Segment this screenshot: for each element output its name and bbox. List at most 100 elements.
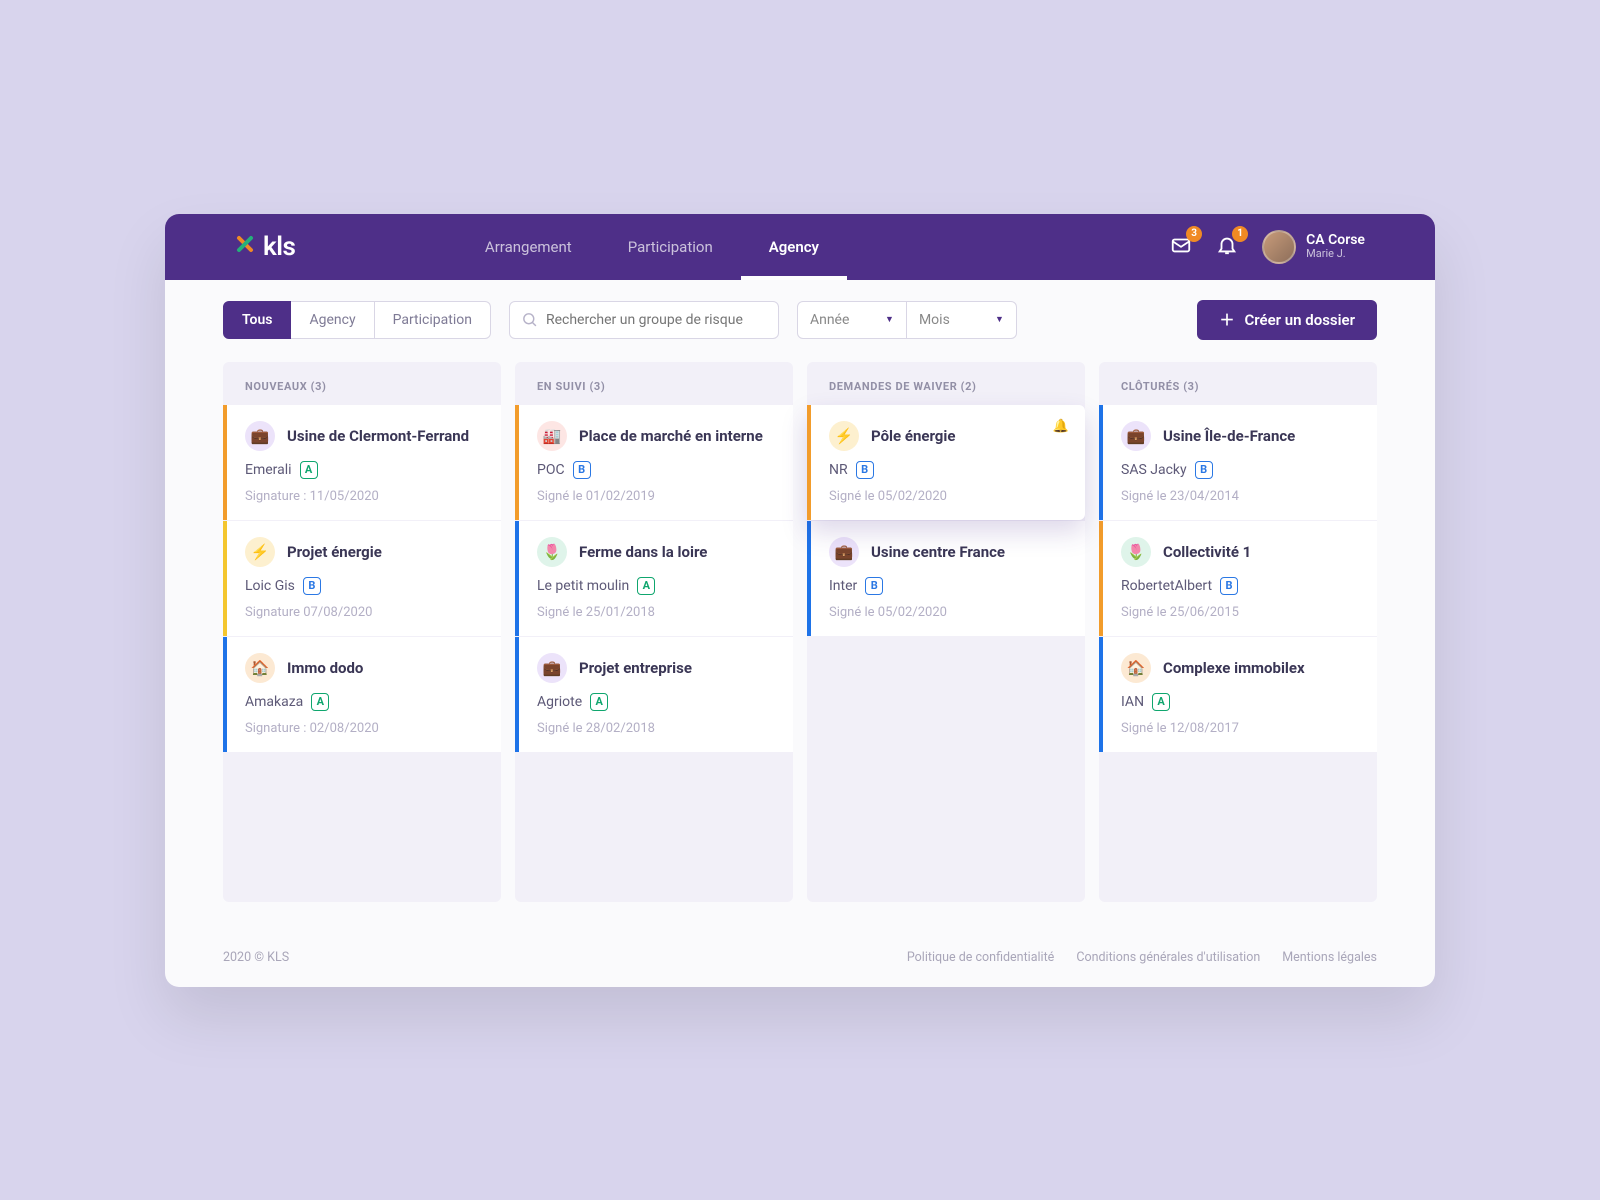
column-title: CLÔTURÉS (3) [1099,362,1377,405]
dossier-card[interactable]: 🔔⚡Pôle énergieNR BSigné le 05/02/2020 [807,405,1085,520]
rating-badge: B [303,577,321,595]
column: NOUVEAUX (3) 💼 Usine de Clermont-Ferrand Em… [223,362,501,902]
card-type-icon: 🌷 [1121,537,1151,567]
card-client: Amakaza A [245,693,483,711]
dossier-card[interactable]: 🌷 Ferme dans la loire Le petit moulin A Sig… [515,521,793,636]
card-footnote: Signature 07/08/2020 [245,605,483,620]
plus-icon: ＋ [1219,309,1234,330]
toolbar: TousAgencyParticipation Année▼ Mois▼ ＋ C… [165,280,1435,340]
dossier-card[interactable]: 💼 Usine de Clermont-Ferrand Emerali A Signa… [223,405,501,520]
mail-badge: 3 [1186,226,1202,242]
column-title: DEMANDES DE WAIVER (2) [807,362,1085,405]
card-title: Projet entreprise [579,659,692,677]
nav-participation[interactable]: Participation [600,214,741,280]
card-type-icon: 💼 [1121,421,1151,451]
card-footnote: Signé le 05/02/2020 [829,605,1067,620]
card-client: RobertetAlbert B [1121,577,1359,595]
rating-badge: A [590,693,608,711]
card-title: Immo dodo [287,659,363,677]
filter-tab-participation[interactable]: Participation [375,301,491,339]
card-footnote: Signé le 23/04/2014 [1121,489,1359,504]
top-nav: ArrangementParticipationAgency [457,214,847,280]
card-footnote: Signature : 11/05/2020 [245,489,483,504]
card-type-icon: 💼 [537,653,567,683]
card-title: Ferme dans la loire [579,543,707,561]
dossier-card[interactable]: 🌷 Collectivité 1 RobertetAlbert B Signé le … [1099,521,1377,636]
card-client: NR B [829,461,1067,479]
card-title: Projet énergie [287,543,382,561]
logo-text: kls [263,232,295,262]
search-icon [521,311,538,332]
footer-link[interactable]: Conditions générales d'utilisation [1076,950,1260,965]
dossier-card[interactable]: 🏭Place de marché en internePOC BSigné le… [515,405,793,520]
year-select[interactable]: Année▼ [797,301,907,339]
column-title: NOUVEAUX (3) [223,362,501,405]
card-footnote: Signé le 01/02/2019 [537,489,775,504]
card-footnote: Signé le 28/02/2018 [537,721,775,736]
mail-button[interactable]: 3 [1170,234,1192,260]
rating-badge: B [865,577,883,595]
board: NOUVEAUX (3) 💼 Usine de Clermont-Ferrand Em… [165,340,1435,932]
rating-badge: B [1220,577,1238,595]
app-window: kls ArrangementParticipationAgency 3 1 C… [165,214,1435,987]
card-client: POC B [537,461,775,479]
rating-badge: B [573,461,591,479]
create-dossier-button[interactable]: ＋ Créer un dossier [1197,300,1377,340]
filter-tab-tous[interactable]: Tous [223,301,291,339]
rating-badge: B [1195,461,1213,479]
card-client: Loic Gis B [245,577,483,595]
month-select[interactable]: Mois▼ [907,301,1017,339]
user-menu[interactable]: CA Corse Marie J. [1262,230,1365,264]
rating-badge: A [311,693,329,711]
filter-tab-agency[interactable]: Agency [291,301,374,339]
card-client: Inter B [829,577,1067,595]
footer: 2020 © KLS Politique de confidentialité C… [165,932,1435,987]
avatar [1262,230,1296,264]
rating-badge: A [1152,693,1170,711]
rating-badge: A [637,577,655,595]
card-client: Le petit moulin A [537,577,775,595]
column: DEMANDES DE WAIVER (2)🔔⚡Pôle énergieNR B… [807,362,1085,902]
chevron-down-icon: ▼ [995,314,1004,325]
card-type-icon: 💼 [829,537,859,567]
card-title: Collectivité 1 [1163,543,1251,561]
dossier-card[interactable]: 🏠Complexe immobilexIAN ASigné le 12/08/2… [1099,637,1377,752]
card-title: Usine Île-de-France [1163,427,1295,445]
period-selects: Année▼ Mois▼ [797,301,1017,339]
header: kls ArrangementParticipationAgency 3 1 C… [165,214,1435,280]
column: EN SUIVI (3)🏭Place de marché en interneP… [515,362,793,902]
card-client: IAN A [1121,693,1359,711]
card-client: SAS Jacky B [1121,461,1359,479]
dossier-card[interactable]: 💼Usine centre FranceInter BSigné le 05/0… [807,521,1085,636]
logo[interactable]: kls [235,232,295,262]
bell-badge: 1 [1232,226,1248,242]
bell-button[interactable]: 1 [1216,234,1238,260]
nav-agency[interactable]: Agency [741,214,847,280]
search-input[interactable] [509,301,779,339]
card-title: Usine de Clermont-Ferrand [287,427,469,445]
card-type-icon: 💼 [245,421,275,451]
card-type-icon: ⚡ [245,537,275,567]
card-type-icon: 🌷 [537,537,567,567]
nav-arrangement[interactable]: Arrangement [457,214,600,280]
alert-bell-icon: 🔔 [1053,419,1069,434]
footer-link[interactable]: Politique de confidentialité [907,950,1054,965]
search [509,301,779,339]
dossier-card[interactable]: 💼 Usine Île-de-France SAS Jacky B Signé le … [1099,405,1377,520]
filter-tabs: TousAgencyParticipation [223,301,491,339]
copyright: 2020 © KLS [223,950,289,965]
footer-link[interactable]: Mentions légales [1282,950,1377,965]
card-footnote: Signé le 25/01/2018 [537,605,775,620]
card-type-icon: 🏠 [1121,653,1151,683]
user-name: CA Corse [1306,232,1365,248]
dossier-card[interactable]: ⚡ Projet énergie Loic Gis B Signature 07/08… [223,521,501,636]
rating-badge: A [300,461,318,479]
dossier-card[interactable]: 🏠 Immo dodo Amakaza A Signature : 02/08/202… [223,637,501,752]
card-type-icon: ⚡ [829,421,859,451]
card-client: Emerali A [245,461,483,479]
card-type-icon: 🏭 [537,421,567,451]
card-footnote: Signature : 02/08/2020 [245,721,483,736]
card-footnote: Signé le 25/06/2015 [1121,605,1359,620]
card-type-icon: 🏠 [245,653,275,683]
dossier-card[interactable]: 💼Projet entrepriseAgriote ASigné le 28/0… [515,637,793,752]
